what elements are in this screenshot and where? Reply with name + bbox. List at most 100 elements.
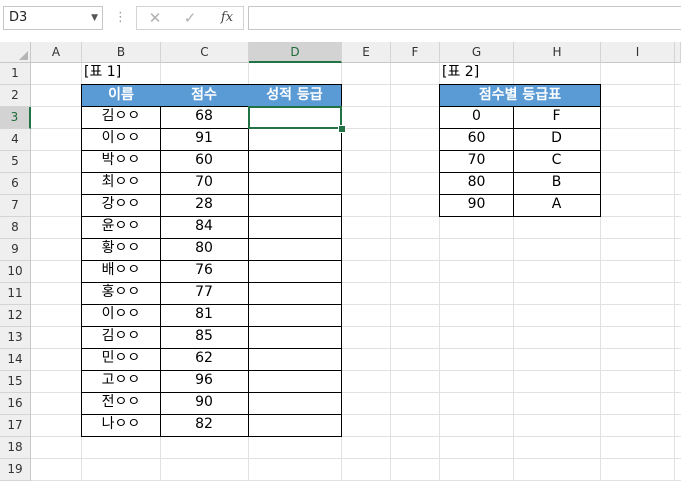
table1-cell[interactable] bbox=[248, 370, 342, 393]
column-header-c[interactable]: C bbox=[161, 42, 249, 63]
table1-cell[interactable]: 홍ㅇㅇ bbox=[81, 282, 161, 305]
row-header-2[interactable]: 2 bbox=[0, 85, 31, 107]
row-header-19[interactable]: 19 bbox=[0, 459, 31, 481]
table1-cell[interactable]: 최ㅇㅇ bbox=[81, 172, 161, 195]
table1-cell[interactable] bbox=[248, 392, 342, 415]
table1-cell[interactable]: 전ㅇㅇ bbox=[81, 392, 161, 415]
column-header-i[interactable]: I bbox=[601, 42, 675, 63]
table1-cell[interactable]: 김ㅇㅇ bbox=[81, 106, 161, 129]
table2-cell[interactable]: 60 bbox=[439, 128, 514, 151]
column-header-b[interactable]: B bbox=[82, 42, 161, 63]
column-header-e[interactable]: E bbox=[342, 42, 391, 63]
select-all-corner[interactable] bbox=[0, 42, 31, 63]
table1-cell[interactable] bbox=[248, 194, 342, 217]
table1-cell[interactable]: 이ㅇㅇ bbox=[81, 304, 161, 327]
name-box[interactable]: D3 ▼ bbox=[3, 6, 103, 30]
table1-cell[interactable] bbox=[248, 304, 342, 327]
table1-cell[interactable]: 강ㅇㅇ bbox=[81, 194, 161, 217]
gridline-horizontal bbox=[31, 458, 681, 459]
table2-cell[interactable]: C bbox=[513, 150, 601, 173]
table1-cell[interactable]: 윤ㅇㅇ bbox=[81, 216, 161, 239]
row-header-6[interactable]: 6 bbox=[0, 173, 31, 195]
insert-function-icon[interactable]: fx bbox=[215, 7, 239, 29]
row-header-13[interactable]: 13 bbox=[0, 327, 31, 349]
table1-cell[interactable]: 91 bbox=[160, 128, 249, 151]
table1-cell[interactable]: 80 bbox=[160, 238, 249, 261]
formula-buttons: ✕ ✓ fx bbox=[136, 6, 244, 30]
table1-cell[interactable]: 62 bbox=[160, 348, 249, 371]
table1-header[interactable]: 점수 bbox=[160, 84, 249, 107]
chevron-down-icon[interactable]: ▼ bbox=[91, 7, 98, 29]
table1-header[interactable]: 이름 bbox=[81, 84, 161, 107]
row-header-11[interactable]: 11 bbox=[0, 283, 31, 305]
table2-cell[interactable]: 0 bbox=[439, 106, 514, 129]
table1-cell[interactable] bbox=[248, 128, 342, 151]
row-header-7[interactable]: 7 bbox=[0, 195, 31, 217]
table2-cell[interactable]: 90 bbox=[439, 194, 514, 217]
table1-cell[interactable] bbox=[248, 172, 342, 195]
table2-cell[interactable]: B bbox=[513, 172, 601, 195]
cancel-icon[interactable]: ✕ bbox=[143, 7, 167, 29]
table1-header[interactable]: 성적 등급 bbox=[248, 84, 342, 107]
row-header-14[interactable]: 14 bbox=[0, 349, 31, 371]
fill-handle[interactable] bbox=[338, 125, 346, 133]
row-header-8[interactable]: 8 bbox=[0, 217, 31, 239]
table1-cell[interactable]: 96 bbox=[160, 370, 249, 393]
table1-cell[interactable]: 나ㅇㅇ bbox=[81, 414, 161, 437]
table1-cell[interactable] bbox=[248, 150, 342, 173]
table1-cell[interactable]: 84 bbox=[160, 216, 249, 239]
column-header-d[interactable]: D bbox=[249, 42, 342, 63]
active-cell[interactable] bbox=[248, 106, 342, 129]
table1-cell[interactable]: 28 bbox=[160, 194, 249, 217]
row-header-1[interactable]: 1 bbox=[0, 63, 31, 85]
table1-cell[interactable]: 76 bbox=[160, 260, 249, 283]
row-header-9[interactable]: 9 bbox=[0, 239, 31, 261]
row-header-12[interactable]: 12 bbox=[0, 305, 31, 327]
table1-cell[interactable]: 70 bbox=[160, 172, 249, 195]
row-header-15[interactable]: 15 bbox=[0, 371, 31, 393]
row-header-17[interactable]: 17 bbox=[0, 415, 31, 437]
column-header-a[interactable]: A bbox=[31, 42, 82, 63]
table2-cell[interactable]: D bbox=[513, 128, 601, 151]
row-header-4[interactable]: 4 bbox=[0, 129, 31, 151]
table2-header[interactable]: 점수별 등급표 bbox=[439, 84, 601, 107]
table1-cell[interactable]: 85 bbox=[160, 326, 249, 349]
column-header-f[interactable]: F bbox=[391, 42, 440, 63]
table1-cell[interactable]: 68 bbox=[160, 106, 249, 129]
table1-cell[interactable]: 김ㅇㅇ bbox=[81, 326, 161, 349]
table2-cell[interactable]: A bbox=[513, 194, 601, 217]
column-header-h[interactable]: H bbox=[514, 42, 601, 63]
table1-cell[interactable] bbox=[248, 414, 342, 437]
row-header-18[interactable]: 18 bbox=[0, 437, 31, 459]
table1-cell[interactable]: 90 bbox=[160, 392, 249, 415]
table1-cell[interactable] bbox=[248, 348, 342, 371]
table1-cell[interactable]: 배ㅇㅇ bbox=[81, 260, 161, 283]
row-header-10[interactable]: 10 bbox=[0, 261, 31, 283]
table2-cell[interactable]: 70 bbox=[439, 150, 514, 173]
column-header-g[interactable]: G bbox=[440, 42, 514, 63]
table1-cell[interactable] bbox=[248, 216, 342, 239]
enter-icon[interactable]: ✓ bbox=[178, 7, 202, 29]
table2-cell[interactable]: 80 bbox=[439, 172, 514, 195]
table1-cell[interactable]: 고ㅇㅇ bbox=[81, 370, 161, 393]
table1-cell[interactable]: 박ㅇㅇ bbox=[81, 150, 161, 173]
table2-caption: [표 2] bbox=[442, 64, 480, 80]
row-header-3[interactable]: 3 bbox=[0, 107, 31, 129]
row-header-16[interactable]: 16 bbox=[0, 393, 31, 415]
table1-cell[interactable]: 81 bbox=[160, 304, 249, 327]
name-box-value: D3 bbox=[9, 10, 28, 25]
formula-input[interactable] bbox=[248, 6, 681, 30]
table1-cell[interactable]: 황ㅇㅇ bbox=[81, 238, 161, 261]
table1-cell[interactable] bbox=[248, 326, 342, 349]
table1-cell[interactable]: 민ㅇㅇ bbox=[81, 348, 161, 371]
table1-cell[interactable]: 82 bbox=[160, 414, 249, 437]
table1-cell[interactable]: 77 bbox=[160, 282, 249, 305]
table1-cell[interactable]: 이ㅇㅇ bbox=[81, 128, 161, 151]
table2-cell[interactable]: F bbox=[513, 106, 601, 129]
table1-cell[interactable]: 60 bbox=[160, 150, 249, 173]
row-header-5[interactable]: 5 bbox=[0, 151, 31, 173]
table1-caption: [표 1] bbox=[84, 64, 122, 80]
table1-cell[interactable] bbox=[248, 260, 342, 283]
table1-cell[interactable] bbox=[248, 238, 342, 261]
table1-cell[interactable] bbox=[248, 282, 342, 305]
